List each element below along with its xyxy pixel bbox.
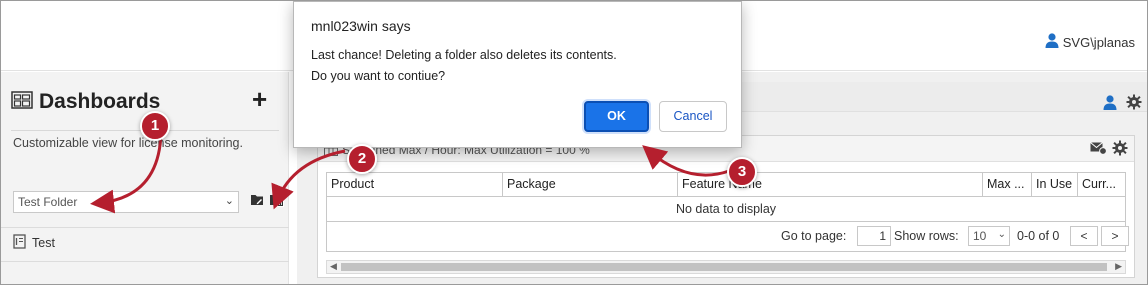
column-header[interactable]: Curr... — [1078, 173, 1125, 196]
folder-select-value: Test Folder — [18, 195, 78, 209]
column-header[interactable]: Max ... — [983, 173, 1032, 196]
sidebar-description: Customizable view for license monitoring… — [13, 136, 243, 150]
next-page-button[interactable]: > — [1101, 226, 1129, 246]
cancel-button[interactable]: Cancel — [659, 101, 727, 132]
goto-page-label: Go to page: — [781, 229, 847, 243]
gear-icon[interactable] — [1126, 94, 1142, 115]
horizontal-scrollbar[interactable]: ◀ ▶ — [326, 260, 1126, 274]
user-icon[interactable] — [1103, 95, 1117, 115]
dialog-message: Last chance! Deleting a folder also dele… — [311, 48, 617, 62]
page-number-input[interactable]: 1 — [857, 226, 891, 246]
dashboard-widget: Sustained Max / Hour: Max Utilization = … — [317, 135, 1135, 278]
annotation-badge-1: 1 — [140, 111, 170, 141]
app-window: SVG\jplanas Dashboards + Customizable vi… — [0, 0, 1148, 285]
sidebar-item-test[interactable]: Test — [13, 234, 55, 252]
sidebar-item-label: Test — [32, 236, 55, 250]
annotation-badge-2: 2 — [347, 144, 377, 174]
grid-header-row: Product Package Feature Name Max ... In … — [327, 173, 1125, 197]
rows-per-page-select[interactable]: 10 ⌄ — [968, 226, 1010, 246]
scroll-right-icon[interactable]: ▶ — [1115, 261, 1122, 272]
divider — [1, 261, 289, 262]
divider — [1, 227, 289, 228]
dialog-question: Do you want to contiue? — [311, 69, 446, 83]
ok-button[interactable]: OK — [584, 101, 649, 132]
folder-select[interactable]: Test Folder ⌄ — [13, 191, 239, 213]
column-header[interactable]: Feature Name — [678, 173, 983, 196]
user-name: SVG\jplanas — [1062, 34, 1135, 50]
pager: Go to page: 1 Show rows: 10 ⌄ 0-0 of 0 <… — [327, 222, 1129, 251]
sidebar-title: Dashboards — [11, 90, 160, 114]
sidebar: Dashboards + Customizable view for licen… — [1, 72, 289, 284]
chevron-down-icon: ⌄ — [997, 229, 1006, 240]
sidebar-title-text: Dashboards — [39, 90, 161, 113]
column-header[interactable]: Package — [503, 173, 678, 196]
scrollbar-thumb[interactable] — [341, 263, 1107, 271]
mail-settings-icon[interactable] — [1090, 141, 1107, 160]
page-range: 0-0 of 0 — [1017, 229, 1060, 243]
rows-per-page-value: 10 — [973, 229, 987, 243]
folder-edit-icon[interactable] — [250, 193, 265, 211]
scroll-left-icon[interactable]: ◀ — [330, 261, 337, 272]
column-header[interactable]: Product — [327, 173, 503, 196]
column-header[interactable]: In Use — [1032, 173, 1078, 196]
data-grid: Product Package Feature Name Max ... In … — [326, 172, 1129, 252]
dashboard-page-icon — [13, 234, 26, 252]
gear-icon[interactable] — [1112, 140, 1128, 161]
dialog-title: mnl023win says — [311, 18, 411, 34]
annotation-badge-3: 3 — [727, 157, 757, 187]
show-rows-label: Show rows: — [894, 229, 959, 243]
user-menu[interactable]: SVG\jplanas — [1045, 33, 1135, 51]
user-icon — [1045, 33, 1059, 51]
chevron-down-icon: ⌄ — [224, 195, 234, 207]
prev-page-button[interactable]: < — [1070, 226, 1098, 246]
dashboard-icon — [11, 90, 33, 114]
confirm-dialog: mnl023win says Last chance! Deleting a f… — [293, 1, 742, 148]
folder-delete-icon[interactable] — [269, 193, 285, 212]
empty-message: No data to display — [327, 197, 1125, 222]
add-dashboard-button[interactable]: + — [252, 86, 267, 112]
